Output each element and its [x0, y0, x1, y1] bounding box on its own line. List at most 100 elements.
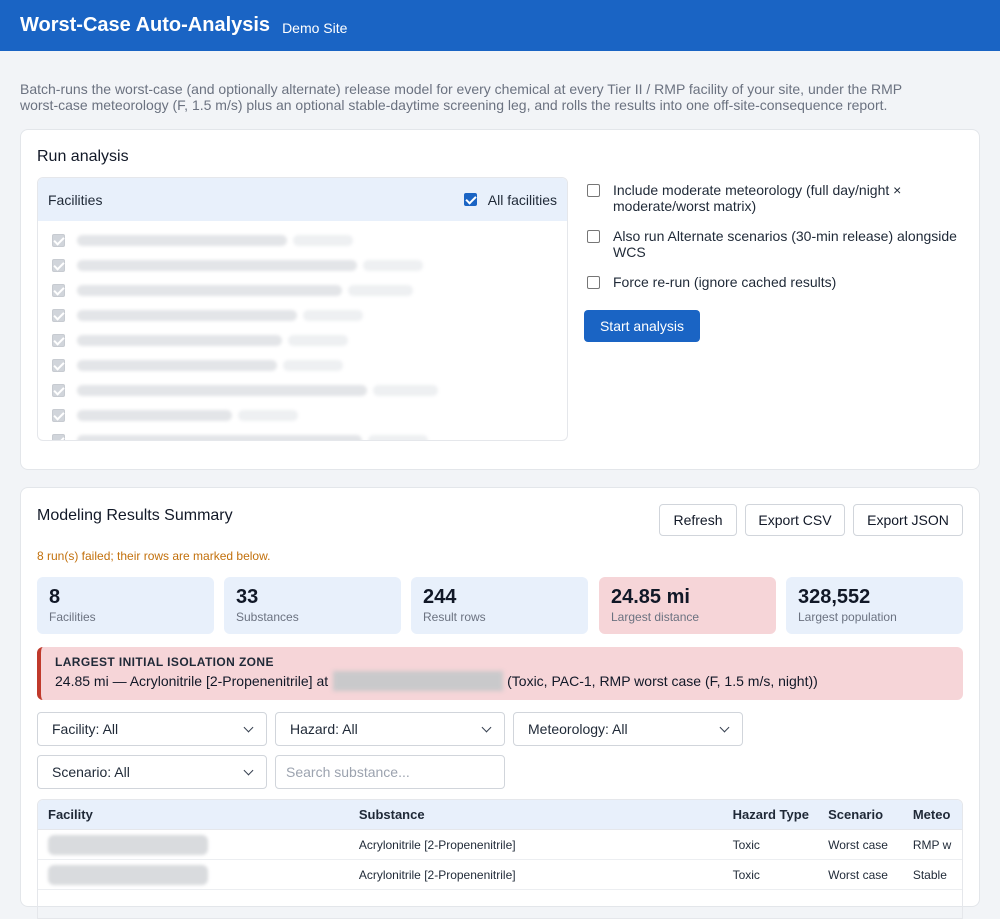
stat-value: 33: [236, 586, 259, 608]
all-facilities-toggle[interactable]: All facilities: [463, 191, 557, 208]
facility-item[interactable]: [52, 278, 557, 303]
redacted-facility-meta: [373, 385, 438, 396]
cell-hazard: Toxic: [732, 867, 760, 882]
redacted-facility-name: [77, 235, 287, 246]
chevron-down-icon: [243, 765, 254, 775]
run-analysis-card: Run analysis Facilities All facilities I…: [20, 129, 980, 470]
facility-filter-value: Facility: All: [52, 721, 119, 737]
redacted-facility-name: [77, 260, 357, 271]
alternate-scenarios-option[interactable]: Also run Alternate scenarios (30-min rel…: [587, 228, 967, 260]
start-analysis-button[interactable]: Start analysis: [584, 310, 700, 342]
redacted-facility-meta: [288, 335, 348, 346]
scenario-filter[interactable]: Scenario: All: [37, 755, 267, 789]
force-rerun-option[interactable]: Force re-run (ignore cached results): [587, 274, 967, 290]
meteorology-filter[interactable]: Meteorology: All: [513, 712, 743, 746]
redacted-facility-meta: [283, 360, 343, 371]
cell-scenario: Worst case: [828, 867, 888, 882]
all-facilities-label: All facilities: [487, 191, 557, 208]
table-row[interactable]: Acrylonitrile [2-Propenenitrile] Toxic W…: [38, 860, 962, 890]
facility-filter[interactable]: Facility: All: [37, 712, 267, 746]
facility-checkbox[interactable]: [52, 234, 65, 247]
redacted-facility-name: [77, 335, 282, 346]
facility-checkbox[interactable]: [52, 434, 65, 440]
facility-item[interactable]: [52, 328, 557, 353]
isolation-zone-title: LARGEST INITIAL ISOLATION ZONE: [55, 655, 274, 669]
failed-runs-warning: 8 run(s) failed; their rows are marked b…: [37, 549, 271, 563]
facility-checkbox[interactable]: [52, 334, 65, 347]
redacted-facility: [333, 671, 504, 691]
meteorology-filter-value: Meteorology: All: [528, 721, 628, 737]
isolation-zone-detail: 24.85 mi — Acrylonitrile [2-Propenenitri…: [55, 671, 949, 691]
chevron-down-icon: [481, 722, 492, 732]
redacted-facility-meta: [368, 435, 428, 440]
run-options: Include moderate meteorology (full day/n…: [587, 182, 967, 304]
facility-item[interactable]: [52, 378, 557, 403]
hazard-filter[interactable]: Hazard: All: [275, 712, 505, 746]
redacted-facility-meta: [303, 310, 363, 321]
facilities-box: Facilities All facilities: [37, 177, 568, 441]
stat-label: Substances: [236, 610, 299, 624]
top-bar: Worst-Case Auto-Analysis Demo Site: [0, 0, 1000, 51]
facility-checkbox[interactable]: [52, 359, 65, 372]
stat-largest-population: 328,552 Largest population: [786, 577, 963, 634]
stat-value: 8: [49, 586, 61, 608]
facility-item[interactable]: [52, 403, 557, 428]
facility-checkbox[interactable]: [52, 384, 65, 397]
table-header: Facility Substance Hazard Type Scenario …: [38, 800, 962, 830]
cell-meteorology: Stable: [912, 867, 947, 882]
facility-checkbox[interactable]: [52, 259, 65, 272]
substance-search-input[interactable]: Search substance...: [275, 755, 505, 789]
redacted-facility-meta: [348, 285, 413, 296]
redacted-facility-name: [77, 360, 277, 371]
facilities-header: Facilities All facilities: [38, 178, 567, 221]
cell-substance: Acrylonitrile [2-Propenenitrile]: [358, 837, 516, 852]
col-substance[interactable]: Substance: [349, 807, 723, 822]
chevron-down-icon: [719, 722, 730, 732]
moderate-meteorology-label: Include moderate meteorology (full day/n…: [613, 182, 902, 214]
chevron-down-icon: [243, 722, 254, 732]
facility-item[interactable]: [52, 303, 557, 328]
redacted-facility-name: [48, 834, 208, 855]
force-rerun-label: Force re-run (ignore cached results): [613, 274, 837, 290]
facility-checkbox[interactable]: [52, 284, 65, 297]
facility-item[interactable]: [52, 253, 557, 278]
facility-item[interactable]: [52, 428, 557, 440]
stat-largest-distance: 24.85 mi Largest distance: [599, 577, 776, 634]
moderate-meteorology-option[interactable]: Include moderate meteorology (full day/n…: [587, 182, 967, 214]
stat-value: 328,552: [798, 586, 871, 608]
cell-scenario: Worst case: [828, 837, 888, 852]
refresh-button[interactable]: Refresh: [659, 504, 737, 536]
redacted-facility-meta: [238, 410, 298, 421]
isolation-zone-prefix: 24.85 mi — Acrylonitrile [2-Propenenitri…: [55, 673, 329, 689]
site-name: Demo Site: [282, 19, 348, 36]
col-facility[interactable]: Facility: [38, 807, 349, 822]
col-hazard-type[interactable]: Hazard Type: [723, 807, 819, 822]
col-scenario[interactable]: Scenario: [818, 807, 903, 822]
redacted-facility-name: [77, 410, 232, 421]
cell-meteorology: RMP w: [912, 837, 952, 852]
stat-result-rows: 244 Result rows: [411, 577, 588, 634]
export-csv-button[interactable]: Export CSV: [745, 504, 845, 536]
cell-substance: Acrylonitrile [2-Propenenitrile]: [358, 867, 516, 882]
redacted-facility-name: [48, 864, 208, 885]
force-rerun-checkbox[interactable]: [587, 276, 600, 289]
facility-list[interactable]: [38, 221, 567, 440]
all-facilities-checkbox[interactable]: [463, 193, 477, 206]
facility-checkbox[interactable]: [52, 309, 65, 322]
cell-facility: [38, 864, 349, 885]
cell-hazard: Toxic: [732, 837, 760, 852]
redacted-facility-name: [77, 385, 367, 396]
facility-item[interactable]: [52, 353, 557, 378]
alternate-scenarios-checkbox[interactable]: [587, 230, 600, 243]
scenario-filter-value: Scenario: All: [52, 764, 130, 780]
facility-checkbox[interactable]: [52, 409, 65, 422]
moderate-meteorology-checkbox[interactable]: [587, 184, 600, 197]
facilities-label: Facilities: [48, 191, 103, 208]
export-json-button[interactable]: Export JSON: [853, 504, 963, 536]
table-row[interactable]: Acrylonitrile [2-Propenenitrile] Toxic W…: [38, 830, 962, 860]
stat-substances: 33 Substances: [224, 577, 401, 634]
redacted-facility-name: [77, 285, 342, 296]
redacted-facility-name: [77, 310, 297, 321]
col-meteorology[interactable]: Meteo: [903, 807, 962, 822]
facility-item[interactable]: [52, 228, 557, 253]
